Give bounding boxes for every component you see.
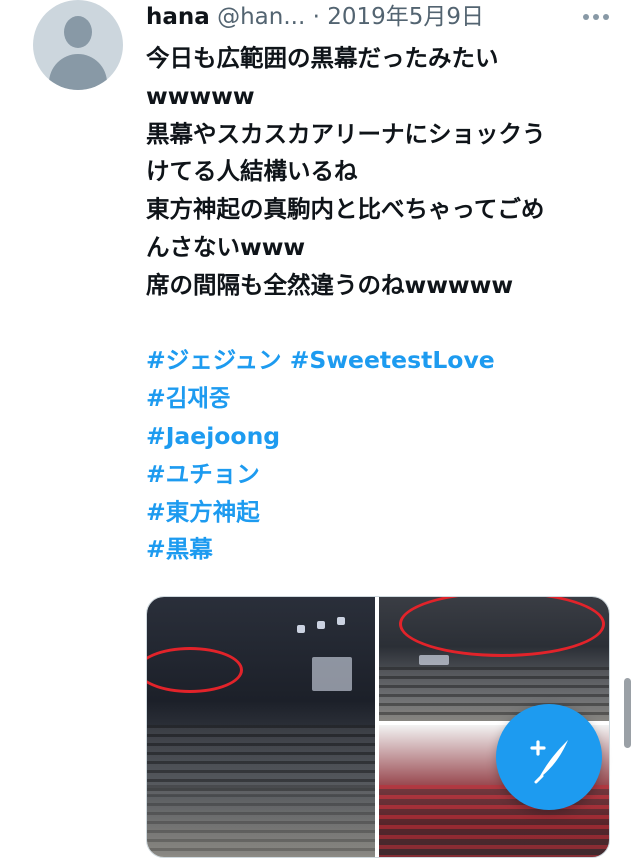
tweet-date[interactable]: 2019年5月9日 bbox=[327, 4, 484, 30]
hashtag-link[interactable]: #黒幕 bbox=[146, 535, 213, 563]
tweet-text: 今日も広範囲の黒幕だったみたい wwwww 黒幕やスカスカアリーナにショックう … bbox=[146, 40, 616, 569]
hashtag-link[interactable]: #김재중 bbox=[146, 384, 231, 412]
red-marker-stroke bbox=[147, 647, 243, 693]
header-separator: · bbox=[312, 4, 320, 30]
arena-photo-2[interactable] bbox=[379, 597, 609, 721]
author-name[interactable]: hana bbox=[146, 4, 210, 30]
screen-glow bbox=[312, 657, 352, 691]
arena-photo-1[interactable] bbox=[147, 597, 375, 857]
tweet-line: 東方神起の真駒内と比べちゃってごめ bbox=[146, 195, 545, 224]
stage-light bbox=[297, 625, 305, 633]
tweet-line: 席の間隔も全然違うのねwwwww bbox=[146, 270, 514, 299]
avatar[interactable] bbox=[33, 0, 123, 90]
more-dot bbox=[593, 14, 599, 20]
line-spacer bbox=[146, 305, 616, 343]
author-handle[interactable]: @han... bbox=[217, 4, 305, 30]
hashtag-link[interactable]: #Jaejoong bbox=[146, 422, 280, 450]
hashtag-link[interactable]: #SweetestLove bbox=[290, 346, 495, 374]
more-dot bbox=[583, 14, 589, 20]
hashtag-link[interactable]: #ジェジュン bbox=[146, 346, 282, 374]
tweet-line: けてる人結構いるね bbox=[146, 157, 358, 186]
tweet-header: hana @han... · 2019年5月9日 bbox=[146, 2, 586, 36]
stage-light bbox=[419, 655, 449, 665]
red-marker-stroke bbox=[399, 597, 605, 657]
tweet-line: wwwww bbox=[146, 81, 255, 110]
tweet-line: んさないwww bbox=[146, 232, 306, 261]
avatar-body-shape bbox=[49, 54, 107, 90]
hashtag-row: #ジェジュン #SweetestLove bbox=[146, 342, 616, 380]
more-dot bbox=[603, 14, 609, 20]
more-options-icon[interactable] bbox=[576, 2, 616, 32]
stage-light bbox=[317, 621, 325, 629]
hashtag-link[interactable]: #東方神起 bbox=[146, 498, 260, 526]
compose-tweet-icon bbox=[530, 740, 568, 784]
scrollbar[interactable] bbox=[624, 678, 631, 748]
tweet-line: 今日も広範囲の黒幕だったみたい bbox=[146, 44, 499, 72]
avatar-head-shape bbox=[64, 16, 92, 48]
compose-tweet-button[interactable] bbox=[496, 704, 602, 810]
seat-rows bbox=[147, 785, 375, 855]
tweet-line: 黒幕やスカスカアリーナにショックう bbox=[146, 119, 546, 148]
hashtag-link[interactable]: #ユチョン bbox=[146, 460, 260, 488]
stage-light bbox=[337, 617, 345, 625]
